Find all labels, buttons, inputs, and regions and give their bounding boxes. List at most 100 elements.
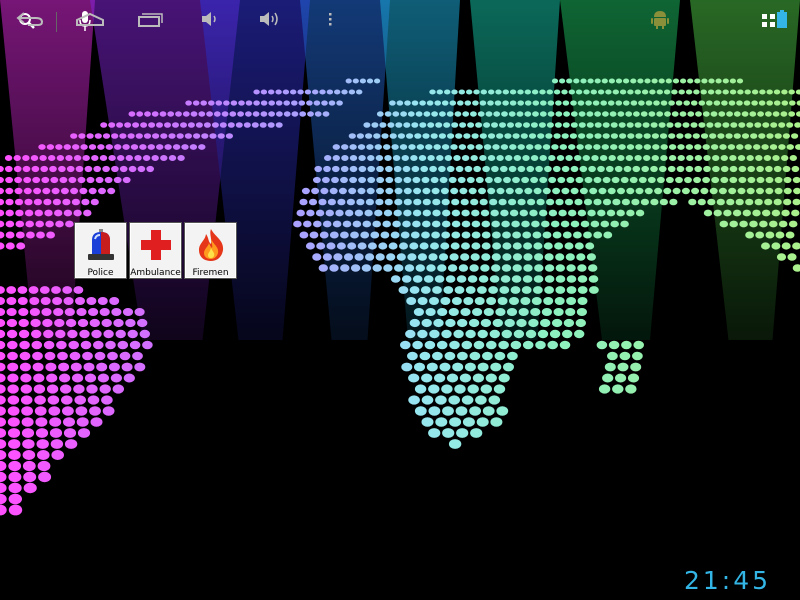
map-dot <box>523 264 533 272</box>
map-dot <box>626 187 635 195</box>
map-dot <box>313 220 322 228</box>
map-dot <box>225 133 233 139</box>
map-dot <box>441 220 451 228</box>
map-dot <box>370 231 380 239</box>
map-dot <box>553 133 561 139</box>
police-tile[interactable]: Police <box>74 222 127 279</box>
map-dot <box>666 122 674 128</box>
map-dot <box>516 318 527 328</box>
map-dot <box>417 329 428 339</box>
volume-down-icon[interactable] <box>190 0 230 38</box>
map-dot <box>72 144 80 150</box>
map-dot <box>348 133 356 139</box>
map-dot <box>555 286 566 294</box>
map-dot <box>583 198 593 206</box>
map-dot <box>475 122 483 128</box>
map-dot <box>483 144 492 150</box>
map-dot <box>322 176 330 184</box>
map-dot <box>761 242 770 250</box>
map-dot <box>408 395 420 405</box>
map-dot <box>43 340 55 350</box>
map-dot <box>308 198 318 206</box>
map-dot <box>494 100 502 106</box>
map-dot <box>19 362 31 372</box>
map-dot <box>597 165 605 173</box>
battery-icon[interactable] <box>772 0 792 38</box>
map-dot <box>566 176 575 184</box>
map-dot <box>568 144 576 150</box>
map-dot <box>681 187 690 195</box>
map-dot <box>504 318 515 328</box>
map-dot <box>593 198 602 206</box>
map-dot <box>267 122 275 128</box>
volume-up-icon[interactable] <box>250 0 290 38</box>
map-dot <box>396 100 404 106</box>
map-dot <box>625 111 633 117</box>
map-dot <box>305 242 315 250</box>
map-dot <box>505 187 514 195</box>
back-icon[interactable] <box>10 0 50 38</box>
map-dot <box>260 89 268 95</box>
map-dot <box>93 340 104 350</box>
map-dot <box>432 351 443 361</box>
overflow-menu-icon[interactable] <box>318 0 342 38</box>
map-dot <box>437 264 447 272</box>
map-dot <box>593 176 602 184</box>
map-dot <box>331 176 339 184</box>
map-dot <box>47 395 60 405</box>
map-dot <box>88 308 99 316</box>
map-dot <box>132 351 143 361</box>
map-dot <box>464 362 476 372</box>
map-dot <box>637 78 644 84</box>
map-dot <box>340 176 348 184</box>
map-dot <box>460 308 471 316</box>
map-dot <box>762 122 770 128</box>
map-dot <box>34 395 46 405</box>
map-dot <box>88 187 97 195</box>
recent-apps-icon[interactable] <box>128 0 172 38</box>
map-dot <box>392 111 400 117</box>
clock[interactable]: 21:45 <box>684 566 771 596</box>
map-dot <box>56 155 65 161</box>
map-dot <box>43 329 54 339</box>
map-dot <box>751 89 759 95</box>
map-dot <box>634 155 642 161</box>
android-notification-icon[interactable] <box>646 0 674 38</box>
map-dot <box>386 253 396 261</box>
firemen-tile[interactable]: Firemen <box>184 222 237 279</box>
navigation-bar <box>0 562 800 600</box>
map-dot <box>685 165 694 173</box>
map-dot <box>299 231 309 239</box>
ambulance-tile[interactable]: Ambulance <box>129 222 182 279</box>
map-dot <box>773 165 782 173</box>
map-dot <box>512 133 520 139</box>
map-dot <box>722 89 729 95</box>
map-dot <box>438 133 446 139</box>
map-dot <box>374 144 382 150</box>
map-dot <box>735 198 744 206</box>
map-dot <box>658 78 665 84</box>
map-dot <box>80 144 88 150</box>
map-dot <box>50 176 59 184</box>
map-dot <box>470 198 479 206</box>
map-dot <box>702 176 710 184</box>
map-dot <box>633 340 644 350</box>
map-dot <box>122 176 131 184</box>
map-dot <box>333 253 343 261</box>
map-dot <box>53 308 64 316</box>
map-dot <box>783 198 792 206</box>
home-icon[interactable] <box>68 0 112 38</box>
map-dot <box>400 231 410 239</box>
map-dot <box>338 187 347 195</box>
map-dot <box>499 122 506 128</box>
map-dot <box>629 176 638 184</box>
map-dot <box>395 122 403 128</box>
map-dot <box>529 209 538 217</box>
map-dot <box>561 187 570 195</box>
map-dot <box>469 264 479 272</box>
map-dot <box>586 122 594 128</box>
map-dot <box>304 89 312 95</box>
map-dot <box>510 340 522 350</box>
map-dot <box>772 155 780 161</box>
map-dot <box>651 78 658 84</box>
